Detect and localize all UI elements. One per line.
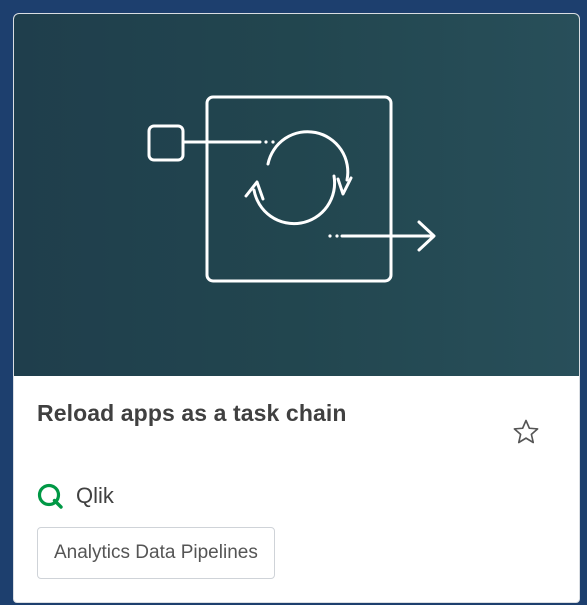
card-hero-image — [14, 14, 579, 376]
category-tag[interactable]: Analytics Data Pipelines — [37, 527, 275, 579]
task-chain-reload-icon — [147, 95, 436, 283]
card-title[interactable]: Reload apps as a task chain — [37, 400, 347, 427]
template-card[interactable]: Reload apps as a task chain Qlik Analyti… — [13, 13, 580, 603]
favorite-button[interactable] — [510, 416, 542, 448]
qlik-q-logo-icon — [37, 483, 63, 509]
provider-name: Qlik — [76, 483, 114, 508]
provider-info: Qlik — [36, 481, 114, 511]
star-outline-icon — [513, 419, 539, 444]
